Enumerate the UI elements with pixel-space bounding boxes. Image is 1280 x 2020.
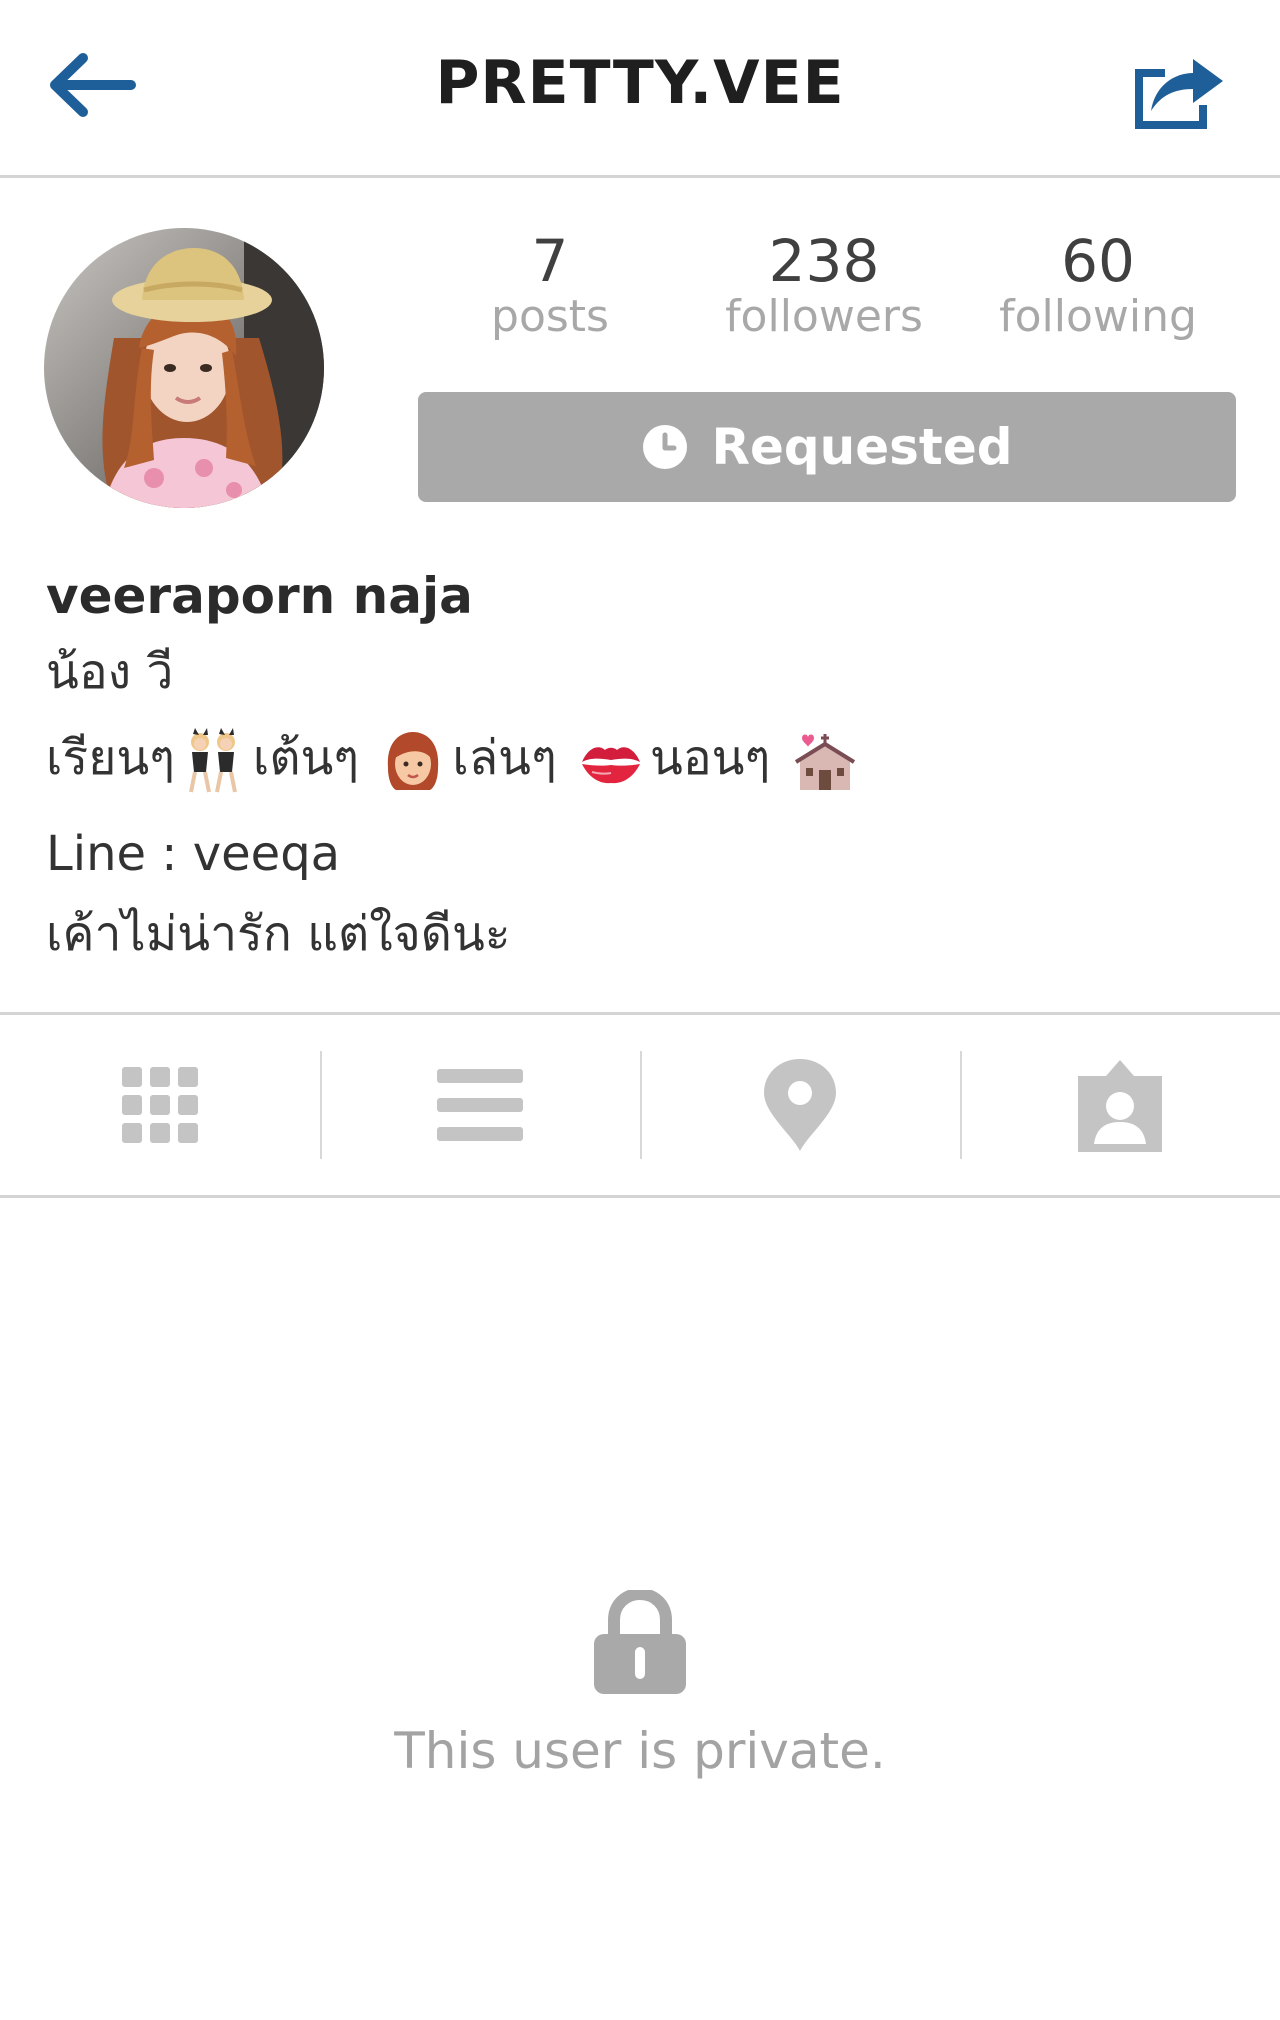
followers-label: followers: [725, 290, 923, 342]
bio-line-nickname: น้อง วี: [46, 644, 174, 700]
posts-label: posts: [491, 290, 609, 342]
top-navigation-bar: PRETTY.VEE: [0, 0, 1280, 178]
bio-text-play: เล่นๆ: [452, 730, 557, 786]
grid-icon: [122, 1067, 198, 1143]
profile-bio: veeraporn naja น้อง วี เรียนๆ เต้นๆ เล่น…: [46, 560, 1226, 974]
bio-line-activities: เรียนๆ เต้นๆ เล่นๆ นอนๆ: [46, 712, 1226, 804]
bio-line-contact: Line : veeqa: [46, 826, 341, 882]
share-icon: [1135, 59, 1223, 129]
following-count[interactable]: 60 following: [968, 227, 1228, 342]
profile-avatar[interactable]: [44, 228, 324, 508]
location-pin-icon: [764, 1059, 836, 1151]
tab-list[interactable]: [320, 1015, 640, 1195]
woman-emoji-icon: [388, 732, 439, 790]
posts-count: 7 posts: [420, 227, 680, 342]
clock-icon: [641, 423, 689, 471]
followers-count[interactable]: 238 followers: [694, 227, 954, 342]
bio-text-dance: เต้นๆ: [252, 730, 360, 786]
followers-value: 238: [768, 227, 880, 295]
list-icon: [437, 1069, 523, 1141]
tagged-person-icon: [1078, 1060, 1162, 1152]
private-account-notice: This user is private.: [0, 1590, 1280, 1780]
page-title: PRETTY.VEE: [435, 48, 845, 118]
requested-label: Requested: [711, 418, 1013, 476]
following-label: following: [999, 290, 1197, 342]
posts-value: 7: [531, 227, 569, 295]
tab-grid[interactable]: [0, 1015, 320, 1195]
profile-view-tabs: [0, 1012, 1280, 1198]
dancers-emoji-icon: [188, 728, 237, 793]
kiss-mark-emoji-icon: [582, 747, 641, 784]
private-message: This user is private.: [394, 1722, 886, 1780]
bio-text-sleep: นอนๆ: [650, 730, 771, 786]
wedding-chapel-emoji-icon: [794, 734, 855, 790]
share-button[interactable]: [1124, 44, 1234, 134]
tab-map[interactable]: [640, 1015, 960, 1195]
bio-text-study: เรียนๆ: [46, 730, 175, 786]
lock-icon: [594, 1590, 686, 1694]
requested-button[interactable]: Requested: [418, 392, 1236, 502]
following-value: 60: [1061, 227, 1135, 295]
bio-line-tagline: เค้าไม่น่ารัก แต่ใจดีนะ: [46, 906, 511, 962]
tab-tagged[interactable]: [960, 1015, 1280, 1195]
full-name: veeraporn naja: [46, 567, 473, 625]
